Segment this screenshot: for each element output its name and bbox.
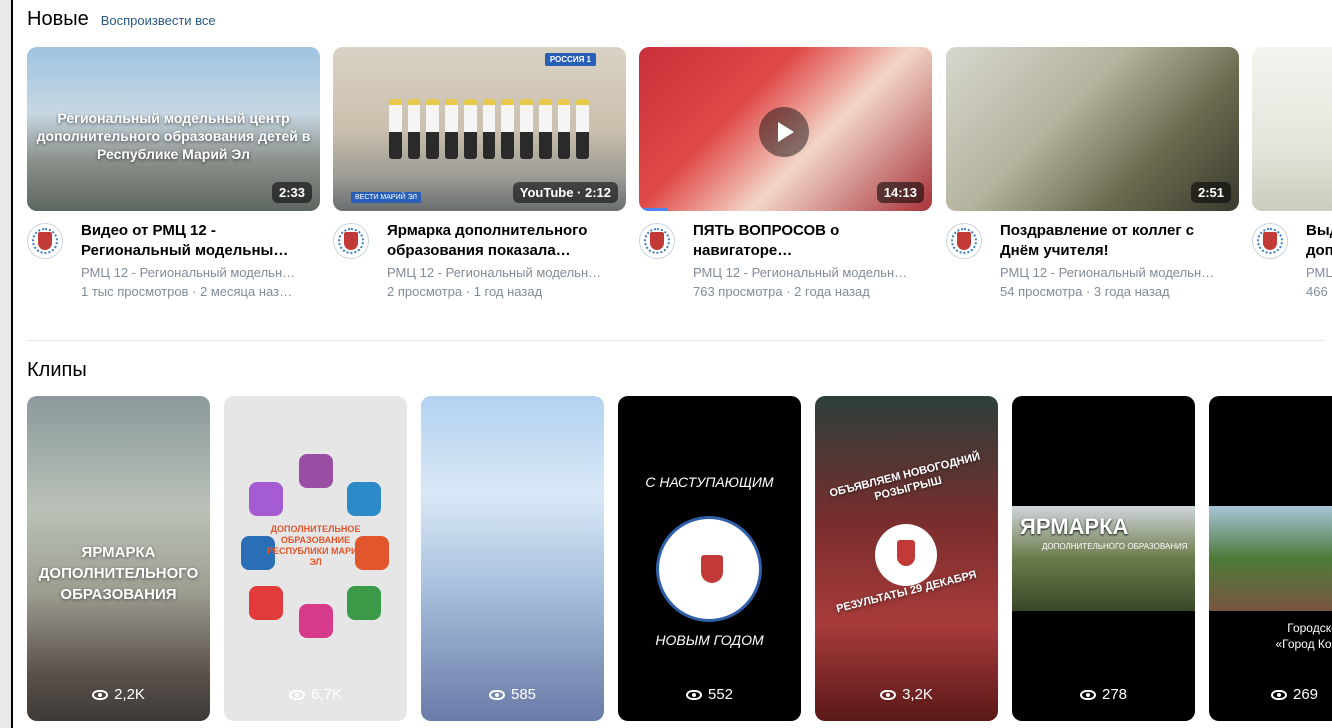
clip-view-count: 585 [510, 686, 537, 703]
clip-card[interactable]: ДОПОЛНИТЕЛЬНОЕ ОБРАЗОВАНИЕ РЕСПУБЛИКИ МА… [224, 396, 407, 721]
clip-caption-bottom: НОВЫМ ГОДОМ [655, 632, 764, 648]
video-author[interactable]: РМЦ [1306, 265, 1332, 280]
clip-caption: Городской ок «Город Козьмоде [1275, 621, 1332, 651]
video-card[interactable]: Выд допо РМЦ 466 п [1252, 47, 1332, 301]
video-thumbnail[interactable]: 14:13 [639, 47, 932, 211]
eye-icon [685, 689, 702, 700]
video-thumbnail[interactable]: 2:51 [946, 47, 1239, 211]
watch-progress-bar [639, 208, 669, 211]
clips-section-title: Клипы [27, 359, 87, 381]
channel-badge: РОССИЯ 1 [544, 53, 596, 66]
clip-card[interactable]: С НАСТУПАЮЩИМ НОВЫМ ГОДОМ 552 [618, 396, 801, 721]
play-icon[interactable] [759, 107, 809, 157]
eye-icon [1271, 689, 1287, 700]
video-stats: 2 просмотра · 1 год назад [387, 284, 543, 299]
video-thumbnail[interactable]: РОССИЯ 1 ВЕСТИ МАРИЙ ЭЛ YouTube · 2:12 [333, 47, 626, 211]
video-duration: YouTube · 2:12 [512, 182, 618, 203]
clip-card[interactable]: Городской ок «Город Козьмоде 269 [1209, 396, 1332, 721]
clip-view-count: 278 [1101, 686, 1128, 703]
clip-caption-top: С НАСТУПАЮЩИМ [645, 474, 774, 490]
play-all-link[interactable]: Воспроизвести все [101, 13, 216, 28]
clip-subcaption: ДОПОЛНИТЕЛЬНОГО ОБРАЗОВАНИЯ [1042, 542, 1188, 551]
clip-view-count: 6,7K [311, 686, 342, 703]
clip-view-count: 3,2K [902, 686, 933, 703]
video-title[interactable]: Выд допо [1306, 221, 1332, 261]
clip-views: 2,2K [27, 686, 210, 703]
video-author[interactable]: РМЦ 12 - Региональный модельн… [693, 265, 933, 280]
rmc-logo-icon [875, 524, 937, 586]
video-stats: 466 п [1306, 284, 1332, 299]
video-title[interactable]: ПЯТЬ ВОПРОСОВ о навигаторе… [693, 221, 933, 261]
eye-icon [1079, 689, 1096, 700]
clip-views: 585 [421, 686, 604, 703]
clip-caption: ЯРМАРКА ДОПОЛНИТЕЛЬНОГО ОБРАЗОВАНИЯ [38, 544, 199, 603]
video-title[interactable]: Ярмарка дополнительного образования пока… [387, 221, 627, 261]
eye-icon [92, 689, 109, 700]
video-title[interactable]: Поздравление от коллег с Днём учителя! [1000, 221, 1240, 261]
video-page: Новые Воспроизвести все Региональный мод… [11, 0, 1332, 728]
clip-views: 552 [618, 686, 801, 703]
video-author[interactable]: РМЦ 12 - Региональный модельн… [387, 265, 627, 280]
clip-image [1209, 506, 1332, 611]
video-stats: 54 просмотра · 3 года назад [1000, 284, 1170, 299]
clip-views: 278 [1012, 686, 1195, 703]
video-card[interactable]: 14:13 ПЯТЬ ВОПРОСОВ о навигаторе… РМЦ 12… [639, 47, 932, 301]
clip-views: 3,2K [815, 686, 998, 703]
video-duration: 14:13 [876, 182, 924, 203]
channel-avatar-icon[interactable] [639, 223, 675, 259]
clip-card[interactable]: 585 [421, 396, 604, 721]
clip-card[interactable]: ЯРМАРКА ДОПОЛНИТЕЛЬНОГО ОБРАЗОВАНИЯ 2,2K [27, 396, 210, 721]
clip-card[interactable]: ОБЪЯВЛЯЕМ НОВОГОДНИЙ РОЗЫГРЫШ РЕЗУЛЬТАТЫ… [815, 396, 998, 721]
video-stats: 1 тыс просмотров · 2 месяца наз… [81, 284, 293, 299]
clip-view-count: 552 [707, 686, 734, 703]
channel-avatar-icon[interactable] [1252, 223, 1288, 259]
clip-view-count: 2,2K [114, 686, 145, 703]
video-thumbnail[interactable]: Региональный модельный центр дополнитель… [27, 47, 320, 211]
section-divider [27, 340, 1324, 341]
eye-icon [289, 689, 306, 700]
channel-avatar-icon[interactable] [333, 223, 369, 259]
news-badge: ВЕСТИ МАРИЙ ЭЛ [351, 192, 421, 203]
channel-avatar-icon[interactable] [946, 223, 982, 259]
new-section-header: Новые Воспроизвести все [27, 8, 216, 31]
clip-view-count: 269 [1293, 686, 1319, 703]
clip-caption-top: ОБЪЯВЛЯЕМ НОВОГОДНИЙ РОЗЫГРЫШ [828, 450, 982, 503]
thumbnail-scene [389, 99, 590, 159]
clip-caption: ДОПОЛНИТЕЛЬНОЕ ОБРАЗОВАНИЕ РЕСПУБЛИКИ МА… [266, 524, 364, 567]
thumbnail-caption: Региональный модельный центр дополнитель… [36, 110, 311, 162]
rmc-logo-icon [656, 516, 762, 622]
video-author[interactable]: РМЦ 12 - Региональный модельн… [81, 265, 321, 280]
video-card[interactable]: Региональный модельный центр дополнитель… [27, 47, 320, 301]
video-thumbnail[interactable] [1252, 47, 1332, 211]
video-title[interactable]: Видео от РМЦ 12 - Региональный модельны… [81, 221, 321, 261]
video-duration: 2:51 [1190, 182, 1231, 203]
eye-icon [880, 689, 897, 700]
new-section-title: Новые [27, 8, 89, 30]
video-duration: 2:33 [271, 182, 312, 203]
video-card[interactable]: РОССИЯ 1 ВЕСТИ МАРИЙ ЭЛ YouTube · 2:12 Я… [333, 47, 626, 301]
eye-icon [488, 689, 505, 700]
video-author[interactable]: РМЦ 12 - Региональный модельн… [1000, 265, 1240, 280]
channel-avatar-icon[interactable] [27, 223, 63, 259]
clip-views: 269 [1209, 686, 1332, 703]
clip-card[interactable]: ЯРМАРКА ДОПОЛНИТЕЛЬНОГО ОБРАЗОВАНИЯ 278 [1012, 396, 1195, 721]
video-card[interactable]: 2:51 Поздравление от коллег с Днём учите… [946, 47, 1239, 301]
clip-views: 6,7K [224, 686, 407, 703]
clip-caption: ЯРМАРКА [1020, 514, 1129, 539]
video-stats: 763 просмотра · 2 года назад [693, 284, 870, 299]
